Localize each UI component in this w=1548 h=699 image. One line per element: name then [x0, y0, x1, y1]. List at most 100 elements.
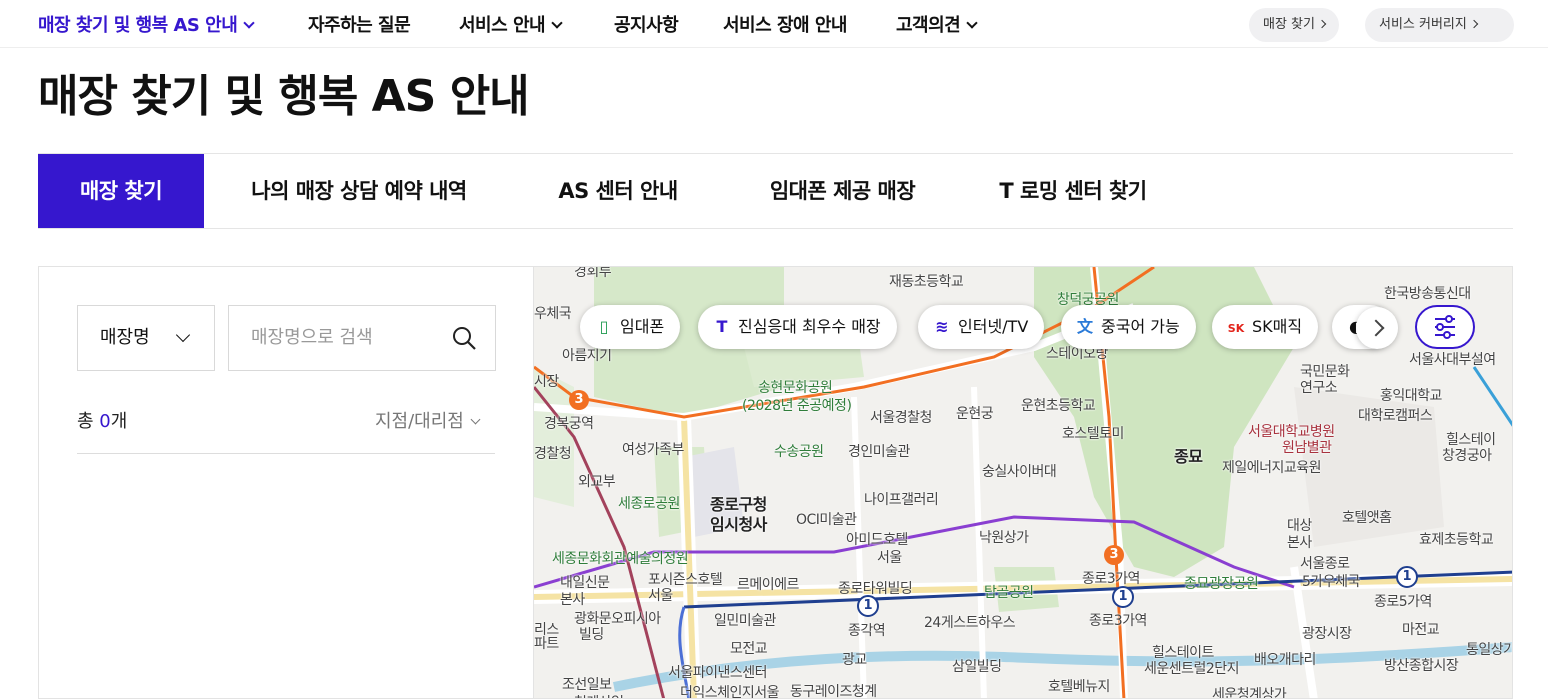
- map-place-label: 방산종합시장: [1384, 658, 1459, 674]
- map-place-label: 세종로공원: [618, 496, 680, 512]
- subway-badge: 1: [1396, 566, 1418, 588]
- map-place-label: 모전교: [730, 641, 768, 657]
- chip-rental-phone[interactable]: ▯ 임대폰: [580, 305, 681, 349]
- map-place-label: 호스텔토미: [1062, 426, 1124, 442]
- chevron-down-icon: [470, 414, 481, 425]
- filter-chip-bar: ▯ 임대폰 T 진심응대 최우수 매장 ≋ 인터넷/TV 文 중국어 가능 SK SK매직…: [580, 305, 1392, 349]
- map-place-label: 호텔베뉴지: [1048, 679, 1110, 695]
- map-place-label: 수송공원: [774, 444, 824, 460]
- map-place-label: 종묘광장공원: [1184, 576, 1259, 592]
- quick-link-coverage[interactable]: 서비스 커버리지: [1365, 8, 1514, 42]
- search-icon[interactable]: [451, 325, 477, 355]
- map-place-label: OCI미술관: [796, 512, 857, 528]
- tab-roaming-center[interactable]: T 로밍 센터 찾기: [988, 154, 1158, 228]
- map-place-label: 나이프갤러리: [864, 492, 939, 508]
- quick-link-store-finder[interactable]: 매장 찾기: [1249, 8, 1339, 42]
- map-place-label: 외교부: [578, 474, 616, 490]
- map-place-label: 서울사대부설여: [1409, 352, 1496, 368]
- map-place-label: 원남별관: [1282, 440, 1332, 456]
- divider: [77, 453, 495, 454]
- map-place-label: 배오개다리: [1254, 652, 1316, 668]
- phone-icon: ▯: [599, 317, 609, 336]
- map-place-label: 서울경찰청: [870, 410, 932, 426]
- subway-badge: 3: [569, 390, 589, 410]
- map-place-label: 경복궁역: [544, 416, 594, 432]
- nav-item-store-finder[interactable]: 매장 찾기 및 행복 AS 안내: [38, 11, 255, 37]
- nav-item-service-info[interactable]: 서비스 안내: [459, 11, 563, 37]
- map-place-label: 종로타워빌딩: [838, 581, 913, 597]
- map-place-label: 서울: [648, 588, 673, 604]
- map-place-label: 청계산업: [574, 692, 624, 698]
- map-place-label: 서울: [877, 550, 902, 566]
- chip-chinese[interactable]: 文 중국어 가능: [1061, 305, 1196, 349]
- map-place-label: 송현문화공원: [758, 380, 833, 396]
- subway-badge: 3: [1104, 545, 1124, 565]
- result-count: 총 0개: [77, 407, 127, 433]
- map-place-label: 광장시장: [1302, 626, 1352, 642]
- map-place-label: 종묘: [1174, 447, 1203, 466]
- map-place-label: 숭실사이버대: [982, 464, 1057, 480]
- quick-link-label: 서비스 커버리지: [1379, 17, 1467, 32]
- chip-label: 인터넷/TV: [958, 317, 1029, 336]
- chevron-right-icon: [1469, 19, 1479, 29]
- nav-item-faq[interactable]: 자주하는 질문: [308, 11, 411, 37]
- sliders-icon: [1435, 315, 1455, 339]
- search-input[interactable]: [229, 306, 429, 368]
- nav-item-label: 고객의견: [896, 15, 961, 36]
- nav-item-label: 자주하는 질문: [308, 15, 411, 36]
- nav-item-label: 서비스 안내: [459, 15, 546, 36]
- map-place-label: 더익스체인지서울: [680, 685, 780, 699]
- nav-item-feedback[interactable]: 고객의견: [896, 11, 978, 37]
- map-place-label: 여성가족부: [622, 442, 684, 458]
- nav-item-outage[interactable]: 서비스 장애 안내: [723, 11, 847, 37]
- chevron-down-icon: [175, 327, 191, 343]
- result-count-suffix: 개: [110, 411, 128, 432]
- chip-best-service[interactable]: T 진심응대 최우수 매장: [698, 305, 897, 349]
- search-type-select[interactable]: 매장명: [77, 305, 215, 371]
- store-type-filter-label: 지점/대리점: [375, 411, 464, 432]
- map-place-label: 홍익대학교: [1380, 388, 1442, 404]
- tab-store-finder[interactable]: 매장 찾기: [38, 154, 204, 228]
- map-place-label: 시장: [534, 374, 559, 390]
- chip-internet-tv[interactable]: ≋ 인터넷/TV: [918, 305, 1045, 349]
- map-place-label: (2028년 준공예정): [742, 398, 852, 414]
- map-place-label: 동구레이즈청계: [790, 684, 877, 699]
- map-place-label: 연구소: [1300, 380, 1338, 396]
- nav-item-notice[interactable]: 공지사항: [614, 11, 679, 37]
- t-logo-icon: T: [716, 317, 728, 336]
- map-place-label: 대학로캠퍼스: [1358, 408, 1433, 424]
- map-place-label: 한국방송통신대: [1384, 286, 1471, 302]
- nav-item-label: 매장 찾기 및 행복 AS 안내: [38, 15, 238, 36]
- map-place-label: 종로3가역: [1082, 571, 1140, 587]
- result-count-prefix: 총: [77, 411, 100, 432]
- search-box: [228, 305, 496, 371]
- map-place-label: 서울파이낸스센터: [668, 665, 768, 681]
- map-place-label: 르메이에르: [737, 577, 799, 593]
- nav-item-label: 서비스 장애 안내: [723, 15, 847, 36]
- map-place-label: 세운센트럴2단지: [1144, 661, 1240, 677]
- map-place-label: 5가우체국: [1302, 574, 1360, 590]
- tab-bar: 매장 찾기 나의 매장 상담 예약 내역 AS 센터 안내 임대폰 제공 매장 …: [38, 153, 1513, 229]
- map-place-label: 호텔앳홈: [1342, 510, 1392, 526]
- filter-settings-button[interactable]: [1415, 305, 1475, 349]
- map-place-label: 탑골공원: [984, 585, 1034, 601]
- map-place-label: 통일상가: [1466, 642, 1513, 658]
- subway-badge: 1: [857, 595, 879, 617]
- top-navigation: 매장 찾기 및 행복 AS 안내 자주하는 질문 서비스 안내 공지사항 서비스…: [0, 0, 1548, 48]
- chip-scroll-next-button[interactable]: [1356, 307, 1398, 349]
- chip-sk-magic[interactable]: SK SK매직: [1212, 305, 1319, 349]
- tab-my-reservations[interactable]: 나의 매장 상담 예약 내역: [234, 154, 484, 228]
- chip-label: SK매직: [1252, 317, 1303, 336]
- tab-rental-phone-stores[interactable]: 임대폰 제공 매장: [750, 154, 935, 228]
- map-place-label: 파트: [534, 636, 559, 652]
- map-place-label: 삼일빌딩: [952, 659, 1002, 675]
- map-place-label: 종로5가역: [1374, 594, 1432, 610]
- map-place-label: 본사: [1287, 535, 1312, 551]
- store-type-filter[interactable]: 지점/대리점: [375, 407, 481, 433]
- tab-as-center[interactable]: AS 센터 안내: [543, 154, 693, 228]
- map-place-label: 낙원상가: [979, 530, 1029, 546]
- sk-logo-icon: SK: [1227, 322, 1245, 335]
- chip-label: 진심응대 최우수 매장: [738, 317, 881, 336]
- map-view[interactable]: 3 3 1 1 1 경회루 재동초등학교 창덕궁공원 한국방송통신대 우체국 아름지기 시장…: [533, 266, 1513, 699]
- subway-badge: 1: [1112, 586, 1134, 608]
